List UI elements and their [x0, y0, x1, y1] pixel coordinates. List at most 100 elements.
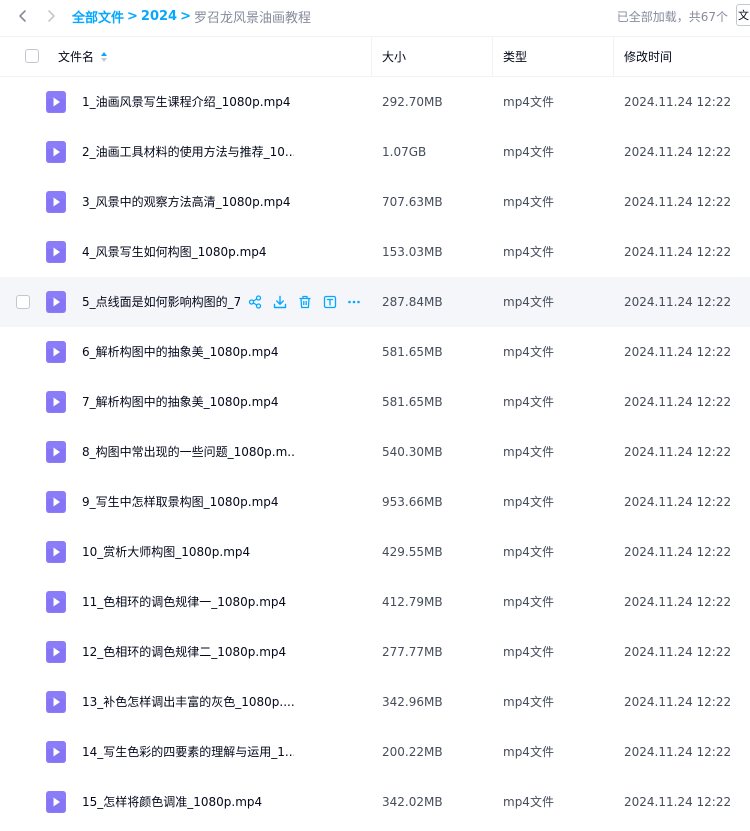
file-list: 1_油画风景写生课程介绍_1080p.mp4 292.70MB mp4文件 20…: [0, 77, 750, 827]
file-name[interactable]: 5_点线面是如何影响构图的_72: [82, 277, 240, 327]
file-size: 953.66MB: [382, 495, 443, 509]
file-type: mp4文件: [503, 645, 554, 659]
file-type: mp4文件: [503, 695, 554, 709]
video-file-icon: [46, 341, 66, 363]
file-type: mp4文件: [503, 295, 554, 309]
file-modified: 2024.11.24 12:22: [624, 795, 732, 809]
file-row[interactable]: 5_点线面是如何影响构图的_72 287.84MB mp4文件 2024.11.…: [0, 277, 750, 327]
breadcrumb-current: 罗召龙风景油画教程: [194, 11, 312, 26]
video-file-icon: [46, 291, 66, 313]
file-row[interactable]: 14_写生色彩的四要素的理解与运用_1... 200.22MB mp4文件 20…: [0, 727, 750, 777]
file-row[interactable]: 9_写生中怎样取景构图_1080p.mp4 953.66MB mp4文件 202…: [0, 477, 750, 527]
file-row[interactable]: 3_风景中的观察方法高清_1080p.mp4 707.63MB mp4文件 20…: [0, 177, 750, 227]
column-header-size-label: 大小: [382, 50, 407, 64]
top-bar: 全部文件 > 2024 > 罗召龙风景油画教程 已全部加载，共67个 文: [0, 0, 750, 36]
file-row[interactable]: 10_赏析大师构图_1080p.mp4 429.55MB mp4文件 2024.…: [0, 527, 750, 577]
video-file-icon: [46, 141, 66, 163]
file-row[interactable]: 11_色相环的调色规律一_1080p.mp4 412.79MB mp4文件 20…: [0, 577, 750, 627]
file-modified: 2024.11.24 12:22: [624, 695, 732, 709]
file-type: mp4文件: [503, 195, 554, 209]
file-modified: 2024.11.24 12:22: [624, 745, 732, 759]
file-type: mp4文件: [503, 745, 554, 759]
text-button[interactable]: [321, 293, 339, 311]
download-button[interactable]: [271, 293, 289, 311]
breadcrumb-folder[interactable]: 2024: [141, 9, 177, 24]
column-header-modified[interactable]: 修改时间: [624, 37, 672, 76]
video-file-icon: [46, 591, 66, 613]
video-file-icon: [46, 791, 66, 813]
breadcrumb-separator: >: [180, 9, 192, 24]
file-modified: 2024.11.24 12:22: [624, 195, 732, 209]
file-size: 342.02MB: [382, 795, 443, 809]
column-divider[interactable]: [371, 37, 372, 76]
video-file-icon: [46, 741, 66, 763]
file-size: 540.30MB: [382, 445, 443, 459]
file-row[interactable]: 1_油画风景写生课程介绍_1080p.mp4 292.70MB mp4文件 20…: [0, 77, 750, 127]
file-row[interactable]: 12_色相环的调色规律二_1080p.mp4 277.77MB mp4文件 20…: [0, 627, 750, 677]
breadcrumb-root[interactable]: 全部文件: [72, 7, 124, 26]
column-header-type[interactable]: 类型: [503, 37, 527, 76]
forward-button[interactable]: [40, 5, 62, 27]
column-header-name-label: 文件名: [58, 50, 95, 64]
file-name[interactable]: 6_解析构图中的抽象美_1080p.mp4: [82, 327, 294, 377]
file-size: 342.96MB: [382, 695, 443, 709]
load-status: 已全部加载，共67个: [616, 10, 728, 24]
column-header-size[interactable]: 大小: [382, 37, 406, 76]
file-row[interactable]: 4_风景写生如何构图_1080p.mp4 153.03MB mp4文件 2024…: [0, 227, 750, 277]
file-type: mp4文件: [503, 95, 554, 109]
more-button[interactable]: [345, 293, 363, 311]
file-type: mp4文件: [503, 145, 554, 159]
file-row[interactable]: 13_补色怎样调出丰富的灰色_1080p.... 342.96MB mp4文件 …: [0, 677, 750, 727]
share-button[interactable]: [246, 293, 264, 311]
column-divider[interactable]: [492, 37, 493, 76]
file-type: mp4文件: [503, 795, 554, 809]
column-header-name[interactable]: 文件名: [58, 37, 108, 76]
select-all-checkbox[interactable]: [25, 49, 39, 63]
file-type: mp4文件: [503, 345, 554, 359]
side-panel-tab[interactable]: 文: [736, 4, 750, 26]
back-button[interactable]: [12, 5, 34, 27]
file-modified: 2024.11.24 12:22: [624, 595, 732, 609]
file-modified: 2024.11.24 12:22: [624, 495, 732, 509]
download-icon: [273, 295, 287, 309]
file-modified: 2024.11.24 12:22: [624, 295, 732, 309]
file-name[interactable]: 11_色相环的调色规律一_1080p.mp4: [82, 577, 294, 627]
file-name[interactable]: 13_补色怎样调出丰富的灰色_1080p....: [82, 677, 294, 727]
file-name[interactable]: 7_解析构图中的抽象美_1080p.mp4: [82, 377, 294, 427]
file-modified: 2024.11.24 12:22: [624, 395, 732, 409]
chevron-left-icon: [19, 10, 26, 22]
chevron-right-icon: [48, 10, 55, 22]
file-row[interactable]: 8_构图中常出现的一些问题_1080p.m... 540.30MB mp4文件 …: [0, 427, 750, 477]
column-divider[interactable]: [613, 37, 614, 76]
row-checkbox[interactable]: [16, 295, 30, 309]
file-name[interactable]: 2_油画工具材料的使用方法与推荐_10...: [82, 127, 294, 177]
delete-button[interactable]: [296, 293, 314, 311]
file-name[interactable]: 10_赏析大师构图_1080p.mp4: [82, 527, 294, 577]
video-file-icon: [46, 541, 66, 563]
file-modified: 2024.11.24 12:22: [624, 645, 732, 659]
file-type: mp4文件: [503, 245, 554, 259]
file-row[interactable]: 6_解析构图中的抽象美_1080p.mp4 581.65MB mp4文件 202…: [0, 327, 750, 377]
column-header-type-label: 类型: [503, 50, 528, 64]
file-size: 581.65MB: [382, 345, 443, 359]
breadcrumb-separator: >: [127, 9, 138, 24]
file-name[interactable]: 1_油画风景写生课程介绍_1080p.mp4: [82, 77, 294, 127]
sort-ascending-icon[interactable]: [100, 51, 108, 63]
file-name[interactable]: 8_构图中常出现的一些问题_1080p.m...: [82, 427, 294, 477]
table-header: 文件名 大小 类型 修改时间: [0, 36, 750, 77]
file-row[interactable]: 2_油画工具材料的使用方法与推荐_10... 1.07GB mp4文件 2024…: [0, 127, 750, 177]
file-name[interactable]: 14_写生色彩的四要素的理解与运用_1...: [82, 727, 294, 777]
file-name[interactable]: 15_怎样将颜色调准_1080p.mp4: [82, 777, 294, 827]
file-size: 412.79MB: [382, 595, 443, 609]
file-modified: 2024.11.24 12:22: [624, 345, 732, 359]
file-name[interactable]: 9_写生中怎样取景构图_1080p.mp4: [82, 477, 294, 527]
file-type: mp4文件: [503, 395, 554, 409]
file-row[interactable]: 15_怎样将颜色调准_1080p.mp4 342.02MB mp4文件 2024…: [0, 777, 750, 827]
file-name[interactable]: 4_风景写生如何构图_1080p.mp4: [82, 227, 294, 277]
file-name[interactable]: 3_风景中的观察方法高清_1080p.mp4: [82, 177, 294, 227]
file-size: 292.70MB: [382, 95, 443, 109]
video-file-icon: [46, 391, 66, 413]
file-name[interactable]: 12_色相环的调色规律二_1080p.mp4: [82, 627, 294, 677]
file-size: 707.63MB: [382, 195, 443, 209]
file-row[interactable]: 7_解析构图中的抽象美_1080p.mp4 581.65MB mp4文件 202…: [0, 377, 750, 427]
